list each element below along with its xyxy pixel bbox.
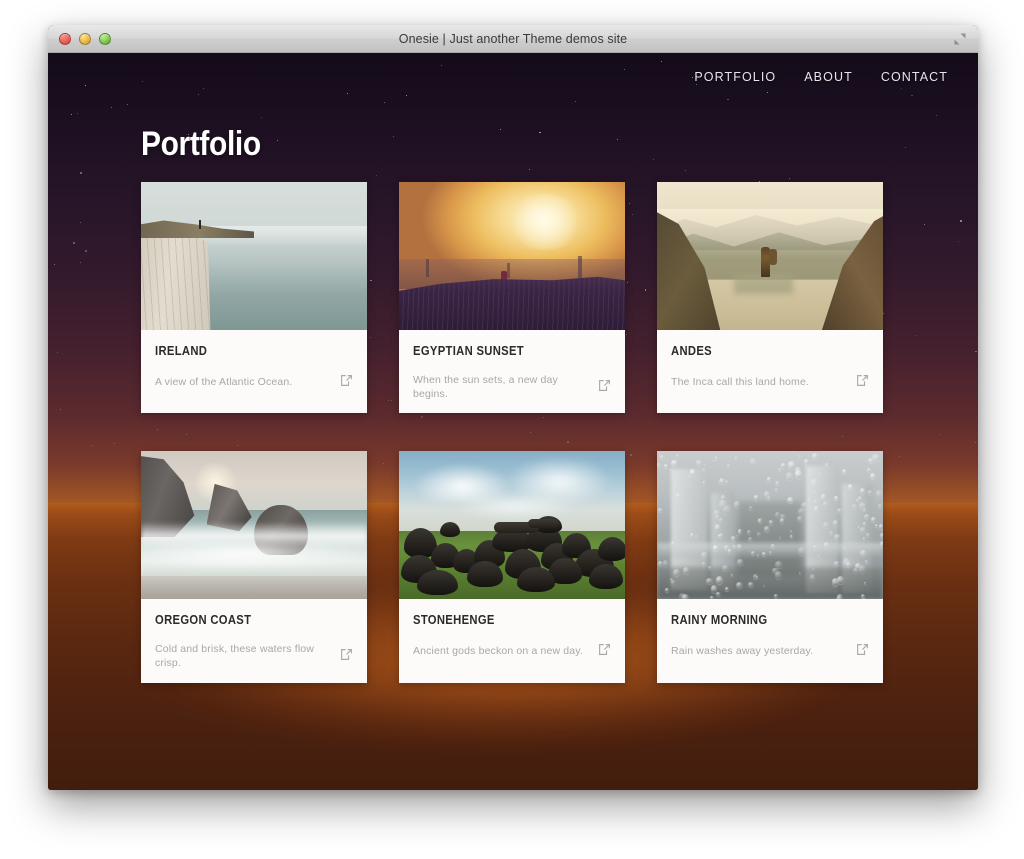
page-title: Portfolio — [141, 125, 878, 164]
nav-item-contact[interactable]: CONTACT — [881, 70, 948, 84]
portfolio-card-andes[interactable]: ANDES The Inca call this land home. — [657, 182, 883, 413]
portfolio-card-description: Cold and brisk, these waters flow crisp. — [155, 643, 332, 670]
external-link-icon[interactable] — [856, 643, 869, 661]
portfolio-card-description: The Inca call this land home. — [671, 376, 809, 390]
minimize-button[interactable] — [79, 33, 91, 45]
fullscreen-icon[interactable] — [952, 31, 968, 47]
external-link-icon[interactable] — [598, 643, 611, 661]
portfolio-grid: IRELAND A view of the Atlantic Ocean. — [141, 182, 885, 683]
window-title: Onesie | Just another Theme demos site — [399, 32, 627, 46]
site-navigation: PORTFOLIO ABOUT CONTACT — [48, 53, 978, 101]
zoom-button[interactable] — [99, 33, 111, 45]
portfolio-card-title: ANDES — [671, 344, 849, 358]
window-titlebar: Onesie | Just another Theme demos site — [48, 25, 978, 53]
portfolio-card-title: STONEHENGE — [413, 613, 591, 627]
portfolio-card-title: OREGON COAST — [155, 613, 333, 627]
nav-item-about[interactable]: ABOUT — [804, 70, 853, 84]
page-content: Portfolio IRELAND A view of th — [48, 53, 978, 683]
external-link-icon[interactable] — [340, 374, 353, 392]
portfolio-card-description: When the sun sets, a new day begins. — [413, 374, 590, 401]
portfolio-card-description: A view of the Atlantic Ocean. — [155, 376, 292, 390]
portfolio-thumbnail-oregon-coast — [141, 451, 367, 599]
portfolio-card-ireland[interactable]: IRELAND A view of the Atlantic Ocean. — [141, 182, 367, 413]
browser-window: Onesie | Just another Theme demos site P… — [48, 25, 978, 790]
window-controls — [59, 33, 111, 45]
external-link-icon[interactable] — [340, 648, 353, 666]
portfolio-thumbnail-stonehenge — [399, 451, 625, 599]
portfolio-card-egyptian-sunset[interactable]: EGYPTIAN SUNSET When the sun sets, a new… — [399, 182, 625, 413]
portfolio-thumbnail-ireland — [141, 182, 367, 330]
portfolio-card-stonehenge[interactable]: STONEHENGE Ancient gods beckon on a new … — [399, 451, 625, 682]
portfolio-card-title: IRELAND — [155, 344, 333, 358]
portfolio-thumbnail-egyptian-sunset — [399, 182, 625, 330]
page-viewport: PORTFOLIO ABOUT CONTACT Portfolio — [48, 53, 978, 790]
portfolio-thumbnail-rainy-morning — [657, 451, 883, 599]
external-link-icon[interactable] — [598, 379, 611, 397]
portfolio-card-oregon-coast[interactable]: OREGON COAST Cold and brisk, these water… — [141, 451, 367, 682]
external-link-icon[interactable] — [856, 374, 869, 392]
close-button[interactable] — [59, 33, 71, 45]
portfolio-card-title: EGYPTIAN SUNSET — [413, 344, 591, 358]
portfolio-card-description: Rain washes away yesterday. — [671, 645, 813, 659]
nav-item-portfolio[interactable]: PORTFOLIO — [694, 70, 776, 84]
portfolio-card-rainy-morning[interactable]: RAINY MORNING Rain washes away yesterday… — [657, 451, 883, 682]
portfolio-thumbnail-andes — [657, 182, 883, 330]
portfolio-card-title: RAINY MORNING — [671, 613, 849, 627]
portfolio-card-description: Ancient gods beckon on a new day. — [413, 645, 583, 659]
